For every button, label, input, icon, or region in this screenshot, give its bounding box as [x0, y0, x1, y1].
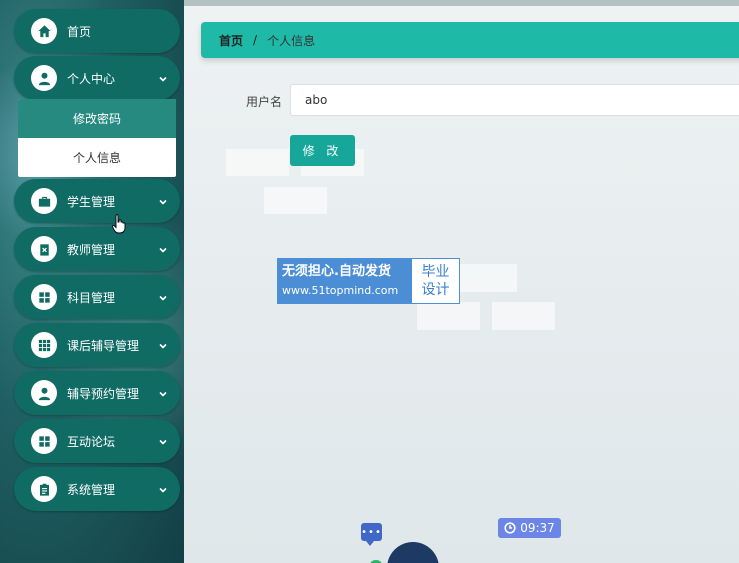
chevron-down-icon	[158, 388, 168, 398]
user-icon	[31, 65, 57, 91]
home-icon	[31, 18, 57, 44]
watermark-right: 毕业 设计	[412, 259, 459, 303]
watermark-right-line1: 毕业	[421, 264, 450, 280]
chevron-down-icon	[158, 196, 168, 206]
background-decoration	[454, 264, 517, 292]
sidebar-item-label: 教师管理	[67, 242, 116, 257]
chevron-down-icon	[158, 484, 168, 494]
sidebar-item-student-management[interactable]: 学生管理	[14, 179, 180, 223]
chevron-down-icon	[158, 244, 168, 254]
chevron-down-icon	[158, 340, 168, 350]
breadcrumb-home[interactable]: 首页	[219, 32, 243, 49]
clipboard-x-icon	[31, 236, 57, 262]
watermark-right-line2: 设计	[421, 282, 450, 298]
background-decoration	[417, 302, 480, 330]
sidebar-item-label: 课后辅导管理	[67, 338, 140, 353]
watermark-banner: 无须担心.自动发货 www.51topmind.com 毕业 设计	[277, 258, 460, 304]
sidebar-item-forum[interactable]: 互动论坛	[14, 419, 180, 463]
sidebar: 首页 个人中心 修改密码 个人信息 学生管理 教师管理 科目管理 课后辅导管理 …	[0, 0, 184, 563]
watermark-left: 无须担心.自动发货 www.51topmind.com	[278, 259, 412, 303]
sidebar-item-tutoring-management[interactable]: 课后辅导管理	[14, 323, 180, 367]
username-input[interactable]	[290, 84, 739, 116]
clock-badge: 09:37	[498, 518, 561, 538]
breadcrumb-current: 个人信息	[267, 33, 316, 48]
sidebar-item-label: 首页	[67, 24, 92, 39]
hand-cursor-icon	[112, 214, 126, 234]
chevron-down-icon	[158, 73, 168, 83]
grid-icon	[31, 284, 57, 310]
grid-icon	[31, 428, 57, 454]
sidebar-item-subject-management[interactable]: 科目管理	[14, 275, 180, 319]
modify-button[interactable]: 修 改	[290, 135, 355, 166]
sidebar-item-system-management[interactable]: 系统管理	[14, 467, 180, 511]
clock-icon	[504, 522, 516, 534]
sidebar-item-label: 辅导预约管理	[67, 386, 140, 401]
sidebar-item-teacher-management[interactable]: 教师管理	[14, 227, 180, 271]
breadcrumb-separator: /	[253, 33, 258, 47]
user-icon	[31, 380, 57, 406]
watermark-url: www.51topmind.com	[282, 284, 399, 297]
mascot-figure	[369, 542, 439, 563]
sidebar-item-label: 系统管理	[67, 482, 116, 497]
main-content: 首页 / 个人信息 用户名 修 改 无须担心.自动发货 www.51topmin…	[184, 0, 739, 563]
sidebar-item-home[interactable]: 首页	[14, 9, 180, 53]
username-row: 用户名	[184, 84, 739, 116]
top-strip	[184, 0, 739, 6]
background-decoration	[264, 187, 327, 214]
background-decoration	[226, 149, 289, 176]
sidebar-item-personal-center[interactable]: 个人中心	[14, 56, 180, 100]
apps-icon	[31, 332, 57, 358]
watermark-slogan: 无须担心.自动发货	[282, 264, 391, 279]
chat-bubble-icon[interactable]: •••	[361, 523, 382, 546]
submenu-item-change-password[interactable]: 修改密码	[18, 99, 176, 138]
sidebar-item-label: 互动论坛	[67, 434, 116, 449]
sidebar-item-appointment-management[interactable]: 辅导预约管理	[14, 371, 180, 415]
sidebar-item-label: 科目管理	[67, 290, 116, 305]
chevron-down-icon	[158, 292, 168, 302]
clipboard-icon	[31, 476, 57, 502]
background-decoration	[492, 302, 555, 330]
sidebar-item-label: 学生管理	[67, 194, 116, 209]
breadcrumb: 首页 / 个人信息	[201, 22, 739, 58]
sidebar-item-label: 个人中心	[67, 71, 116, 86]
submenu-item-personal-info[interactable]: 个人信息	[18, 138, 176, 177]
clock-time: 09:37	[520, 521, 555, 535]
chevron-down-icon	[158, 436, 168, 446]
briefcase-icon	[31, 188, 57, 214]
personal-center-submenu: 修改密码 个人信息	[18, 99, 176, 177]
username-label: 用户名	[245, 95, 282, 109]
